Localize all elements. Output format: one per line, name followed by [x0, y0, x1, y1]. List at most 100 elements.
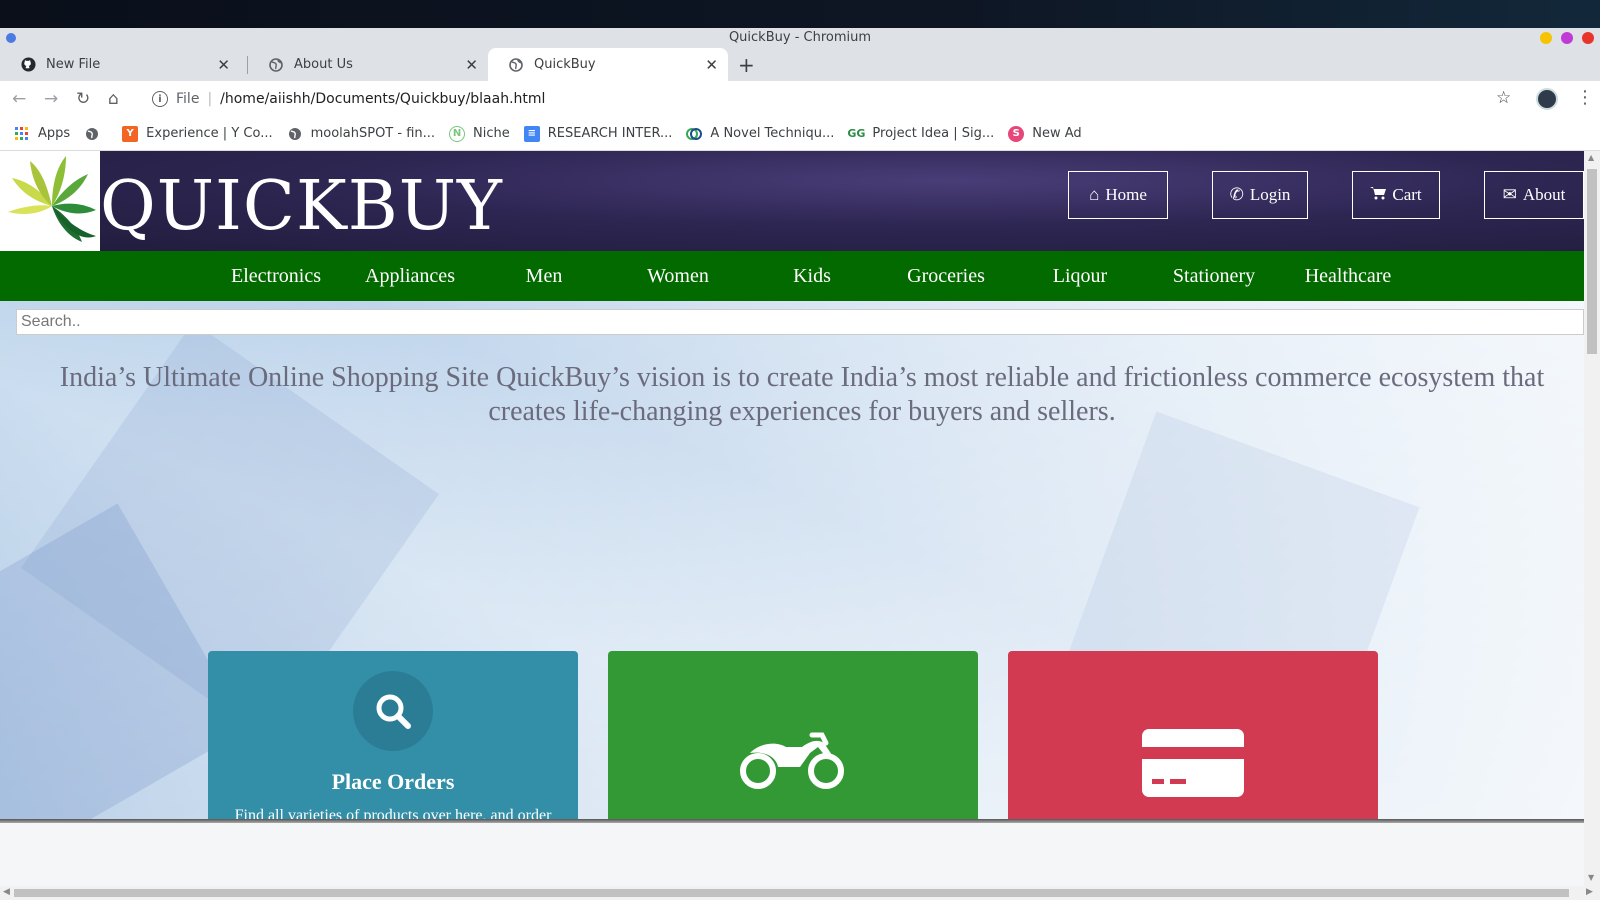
horizontal-scrollbar[interactable]: ◀ ▶	[0, 886, 1600, 900]
home-icon: ⌂	[1089, 185, 1100, 204]
scroll-up-icon[interactable]: ▲	[1588, 153, 1594, 162]
home-nav-button[interactable]: ⌂ Home	[1068, 171, 1168, 219]
button-label: About	[1522, 185, 1566, 204]
globe-icon	[287, 126, 303, 142]
tab-label: QuickBuy	[534, 57, 596, 72]
button-label: Cart	[1392, 185, 1422, 204]
bookmark-star-icon[interactable]: ☆	[1496, 88, 1511, 108]
scheme-label: File	[176, 91, 200, 107]
info-icon[interactable]: i	[152, 91, 168, 107]
chromium-icon	[6, 33, 16, 43]
tab-new-file[interactable]: New File ✕	[0, 48, 240, 81]
close-tab-icon[interactable]: ✕	[705, 56, 718, 74]
scroll-right-icon[interactable]: ▶	[1586, 887, 1593, 897]
globe-icon	[508, 57, 524, 73]
research-icon	[686, 126, 703, 142]
button-label: Login	[1249, 185, 1291, 204]
button-label: Home	[1105, 185, 1147, 204]
site-logo[interactable]	[0, 151, 100, 256]
bookmark-label: moolahSPOT - fin...	[310, 126, 436, 141]
bookmark-new-ad[interactable]: S New Ad	[1008, 122, 1082, 146]
bookmark-globe[interactable]	[84, 122, 108, 146]
apps-grid-icon	[14, 126, 30, 142]
home-icon[interactable]: ⌂	[108, 89, 119, 109]
close-tab-icon[interactable]: ✕	[217, 56, 230, 74]
nav-healthcare[interactable]: Healthcare	[1292, 251, 1404, 301]
kebab-menu-icon[interactable]: ⋮	[1576, 87, 1594, 108]
site-tagline: India’s Ultimate Online Shopping Site Qu…	[59, 362, 1545, 427]
bookmark-label: RESEARCH INTER...	[547, 126, 673, 141]
nav-electronics[interactable]: Electronics	[220, 251, 332, 301]
bookmark-label: Niche	[473, 126, 510, 141]
motorcycle-icon	[740, 729, 846, 795]
close-tab-icon[interactable]: ✕	[465, 56, 478, 74]
ad-icon: S	[1008, 125, 1025, 142]
scrollbar-thumb[interactable]	[14, 889, 1569, 897]
page-viewport: QUICKBUY ⌂ Home ✆ Login Cart ✉ About Ele…	[0, 151, 1584, 886]
site-brand-name: QUICKBUY	[100, 167, 503, 246]
nav-groceries[interactable]: Groceries	[890, 251, 1002, 301]
back-arrow-icon[interactable]: ←	[12, 89, 26, 109]
nav-stationery[interactable]: Stationery	[1158, 251, 1270, 301]
nav-appliances[interactable]: Appliances	[354, 251, 466, 301]
omnibox-divider: |	[207, 91, 213, 107]
cart-nav-button[interactable]: Cart	[1352, 171, 1440, 219]
niche-icon: N	[449, 125, 466, 142]
bookmark-apps[interactable]: Apps	[14, 122, 70, 146]
bookmark-experience[interactable]: Y Experience | Y Co...	[122, 122, 273, 146]
docs-icon: ≡	[523, 125, 540, 142]
window-title: QuickBuy - Chromium	[728, 30, 872, 45]
bookmark-niche[interactable]: N Niche	[449, 122, 510, 146]
login-nav-button[interactable]: ✆ Login	[1212, 171, 1308, 219]
tab-about-us[interactable]: About Us ✕	[248, 48, 488, 81]
bookmark-label: Experience | Y Co...	[146, 126, 273, 141]
search-input[interactable]: Search..	[16, 309, 1584, 335]
tab-label: About Us	[294, 57, 353, 72]
reload-icon[interactable]: ↻	[76, 89, 90, 109]
nav-liqour[interactable]: Liqour	[1024, 251, 1136, 301]
github-icon	[20, 57, 36, 73]
page-footer	[0, 823, 1584, 886]
bookmark-label: Apps	[38, 126, 71, 141]
category-navbar: Electronics Appliances Men Women Kids Gr…	[0, 251, 1584, 301]
bookmarks-bar: Apps Y Experience | Y Co... moolahSPOT -…	[0, 117, 1600, 151]
nav-kids[interactable]: Kids	[756, 251, 868, 301]
bookmark-research[interactable]: ≡ RESEARCH INTER...	[523, 122, 673, 146]
url-text[interactable]: /home/aiishh/Documents/Quickbuy/blaah.ht…	[220, 91, 545, 107]
cart-icon	[1370, 185, 1387, 205]
tab-quickbuy[interactable]: QuickBuy ✕	[488, 48, 728, 81]
bookmark-label: Project Idea | Sig...	[872, 126, 995, 141]
site-header: QUICKBUY ⌂ Home ✆ Login Cart ✉ About	[0, 151, 1584, 256]
card-title: Place Orders	[331, 769, 455, 794]
about-nav-button[interactable]: ✉ About	[1484, 171, 1584, 219]
address-bar[interactable]: i File | /home/aiishh/Documents/Quickbuy…	[140, 84, 1520, 114]
nav-women[interactable]: Women	[622, 251, 734, 301]
bookmark-label: New Ad	[1032, 126, 1082, 141]
minimize-button[interactable]	[1540, 32, 1552, 44]
credit-card-icon	[1140, 727, 1246, 803]
profile-avatar[interactable]	[1536, 88, 1558, 110]
tab-label: New File	[46, 57, 101, 72]
tab-strip: New File ✕ About Us ✕ QuickBuy ✕ +	[0, 48, 1600, 81]
vertical-scrollbar[interactable]: ▲ ▼	[1584, 151, 1600, 886]
close-window-button[interactable]	[1582, 32, 1594, 44]
nav-men[interactable]: Men	[488, 251, 600, 301]
main-content: Search.. India’s Ultimate Online Shoppin…	[0, 301, 1584, 882]
globe-icon	[268, 57, 284, 73]
ycombinator-icon: Y	[122, 125, 139, 142]
search-icon	[353, 671, 433, 751]
scrollbar-thumb[interactable]	[1587, 169, 1597, 354]
gfg-icon: GG	[847, 127, 866, 140]
bookmark-project-idea[interactable]: GG Project Idea | Sig...	[847, 122, 995, 146]
forward-arrow-icon[interactable]: →	[44, 89, 58, 109]
desktop-top-strip	[0, 0, 1600, 28]
bookmark-label: A Novel Techniqu...	[710, 126, 835, 141]
maximize-button[interactable]	[1561, 32, 1573, 44]
envelope-icon: ✉	[1502, 185, 1517, 204]
globe-icon	[84, 126, 100, 142]
scroll-down-icon[interactable]: ▼	[1588, 873, 1594, 882]
new-tab-plus-icon[interactable]: +	[738, 53, 755, 77]
bookmark-moolahspot[interactable]: moolahSPOT - fin...	[287, 122, 435, 146]
bookmark-novel-technique[interactable]: A Novel Techniqu...	[686, 122, 834, 146]
scroll-left-icon[interactable]: ◀	[3, 887, 10, 897]
